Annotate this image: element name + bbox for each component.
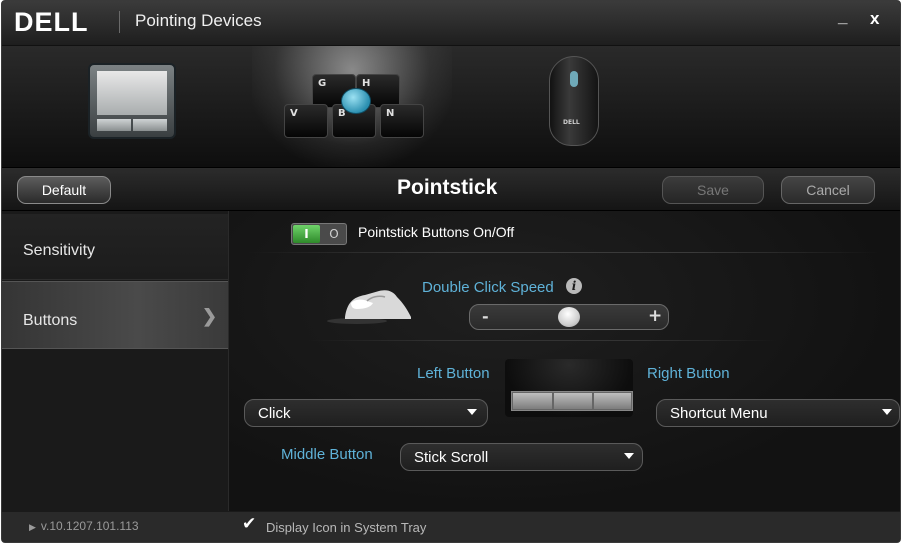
slider-thumb[interactable]: [558, 307, 580, 327]
info-icon[interactable]: i: [566, 278, 582, 294]
divider: [309, 340, 779, 341]
dropdown-arrow-icon: [624, 453, 634, 459]
pointstick-buttons-image: [511, 391, 633, 411]
pointstick-left-key: [513, 393, 552, 409]
select-value: Stick Scroll: [414, 449, 489, 466]
left-button-label: Left Button: [417, 365, 490, 382]
double-click-speed-slider[interactable]: - +: [469, 304, 669, 330]
mouse-logo: DELL: [563, 119, 580, 126]
touchpad-device-icon[interactable]: [88, 63, 176, 139]
mouse-device-icon[interactable]: DELL: [549, 56, 599, 146]
title-bar: DELL Pointing Devices _ x: [2, 1, 900, 46]
minimize-button[interactable]: _: [838, 7, 847, 27]
page-title: Pointstick: [397, 176, 498, 199]
save-button[interactable]: Save: [662, 176, 764, 204]
toggle-on-state: I: [293, 225, 320, 243]
dropdown-arrow-icon: [882, 409, 892, 415]
pointstick-device-icon[interactable]: G H V B N: [282, 74, 428, 154]
right-button-select[interactable]: Shortcut Menu: [656, 399, 900, 427]
default-button[interactable]: Default: [17, 176, 111, 204]
pointstick-right-key: [594, 393, 631, 409]
mouse-wheel: [570, 71, 578, 87]
version-info[interactable]: ▶ v.10.1207.101.113: [29, 519, 139, 533]
right-button-label: Right Button: [647, 365, 730, 382]
touchpad-surface: [97, 71, 167, 115]
select-value: Shortcut Menu: [670, 405, 768, 422]
pointstick-nub: [341, 88, 371, 114]
sidebar: Sensitivity Buttons ❯: [2, 211, 229, 511]
dropdown-arrow-icon: [467, 409, 477, 415]
footer: ▶ v.10.1207.101.113 ✔ Display Icon in Sys…: [2, 511, 900, 542]
pointstick-middle-key: [554, 393, 592, 409]
pointstick-buttons-toggle[interactable]: I O: [291, 223, 347, 245]
slider-minus[interactable]: -: [482, 307, 489, 326]
sidebar-item-label: Sensitivity: [23, 242, 96, 259]
double-click-speed-label: Double Click Speed: [422, 279, 554, 296]
chevron-right-icon: ❯: [202, 306, 218, 326]
select-value: Click: [258, 405, 291, 422]
buttons-panel: I O Pointstick Buttons On/Off Double Cli…: [229, 211, 900, 511]
toggle-label: Pointstick Buttons On/Off: [358, 224, 515, 240]
device-selector: G H V B N DELL: [2, 46, 900, 168]
version-text: v.10.1207.101.113: [40, 519, 139, 533]
slider-plus[interactable]: +: [648, 306, 662, 326]
header-bar: Default Pointstick Save Cancel: [2, 168, 900, 211]
key-n: N: [380, 104, 424, 138]
hand-click-icon: [327, 290, 411, 324]
title-separator: [119, 11, 120, 33]
sidebar-item-label: Buttons: [23, 312, 78, 329]
toggle-off-state: O: [329, 227, 339, 241]
middle-button-select[interactable]: Stick Scroll: [400, 443, 643, 471]
expand-triangle-icon: ▶: [29, 522, 36, 532]
key-v: V: [284, 104, 328, 138]
left-button-select[interactable]: Click: [244, 399, 488, 427]
dell-logo: DELL: [14, 7, 89, 37]
sidebar-item-sensitivity[interactable]: Sensitivity: [2, 214, 228, 280]
system-tray-label: Display Icon in System Tray: [266, 520, 427, 535]
app-window: DELL Pointing Devices _ x G H V B N DELL…: [1, 0, 901, 543]
app-title: Pointing Devices: [135, 11, 262, 30]
touchpad-left-button: [97, 119, 131, 131]
cancel-button[interactable]: Cancel: [781, 176, 875, 204]
sidebar-item-buttons[interactable]: Buttons ❯: [2, 281, 228, 349]
divider: [249, 252, 879, 253]
touchpad-right-button: [133, 119, 167, 131]
close-button[interactable]: x: [870, 9, 879, 29]
checkmark-icon[interactable]: ✔: [242, 514, 256, 534]
middle-button-label: Middle Button: [281, 446, 373, 463]
